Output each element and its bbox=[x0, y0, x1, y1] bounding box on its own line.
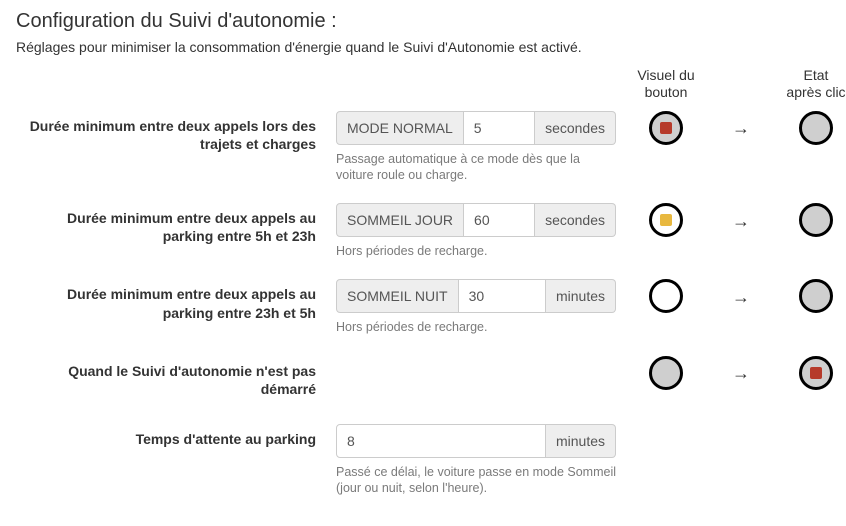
input-group-wait: minutes bbox=[336, 424, 616, 458]
state-button-stopped-before[interactable] bbox=[649, 356, 683, 390]
arrow-icon: → bbox=[716, 111, 766, 147]
state-button-normal-after[interactable] bbox=[799, 111, 833, 145]
input-wait-value[interactable] bbox=[336, 424, 546, 458]
help-normal: Passage automatique à ce mode dès que la… bbox=[336, 151, 616, 184]
red-square-icon bbox=[660, 122, 672, 134]
help-wait: Passé ce délai, le voiture passe en mode… bbox=[336, 464, 616, 497]
page-subtitle: Réglages pour minimiser la consommation … bbox=[16, 39, 830, 55]
state-button-normal-before[interactable] bbox=[649, 111, 683, 145]
state-button-night-before[interactable] bbox=[649, 279, 683, 313]
label-sleep-night: Durée minimum entre deux appels au parki… bbox=[16, 279, 316, 321]
unit-normal: secondes bbox=[535, 111, 616, 145]
input-day-value[interactable] bbox=[464, 203, 535, 237]
mode-tag-night: SOMMEIL NUIT bbox=[336, 279, 459, 313]
settings-grid: Visuel du bouton Etat après clic Durée m… bbox=[16, 67, 830, 516]
arrow-icon: → bbox=[716, 279, 766, 315]
page-title: Configuration du Suivi d'autonomie : bbox=[16, 10, 830, 33]
header-visual: Visuel du bouton bbox=[636, 67, 696, 111]
state-button-day-before[interactable] bbox=[649, 203, 683, 237]
input-night-value[interactable] bbox=[459, 279, 546, 313]
state-button-night-after[interactable] bbox=[799, 279, 833, 313]
unit-wait: minutes bbox=[546, 424, 616, 458]
arrow-icon: → bbox=[716, 203, 766, 239]
input-group-day: SOMMEIL JOUR secondes bbox=[336, 203, 616, 237]
state-button-day-after[interactable] bbox=[799, 203, 833, 237]
input-normal-value[interactable] bbox=[464, 111, 535, 145]
unit-night: minutes bbox=[546, 279, 616, 313]
red-square-icon bbox=[810, 367, 822, 379]
header-after-click: Etat après clic bbox=[786, 67, 846, 111]
label-not-started: Quand le Suivi d'autonomie n'est pas dém… bbox=[16, 356, 316, 424]
help-night: Hors périodes de recharge. bbox=[336, 319, 616, 335]
state-button-stopped-after[interactable] bbox=[799, 356, 833, 390]
label-sleep-day: Durée minimum entre deux appels au parki… bbox=[16, 203, 316, 245]
input-group-normal: MODE NORMAL secondes bbox=[336, 111, 616, 145]
label-mode-normal: Durée minimum entre deux appels lors des… bbox=[16, 111, 316, 153]
label-wait-time: Temps d'attente au parking bbox=[16, 424, 316, 448]
mode-tag-day: SOMMEIL JOUR bbox=[336, 203, 464, 237]
unit-day: secondes bbox=[535, 203, 616, 237]
yellow-square-icon bbox=[660, 214, 672, 226]
help-day: Hors périodes de recharge. bbox=[336, 243, 616, 259]
arrow-icon: → bbox=[716, 356, 766, 392]
input-group-night: SOMMEIL NUIT minutes bbox=[336, 279, 616, 313]
mode-tag-normal: MODE NORMAL bbox=[336, 111, 464, 145]
